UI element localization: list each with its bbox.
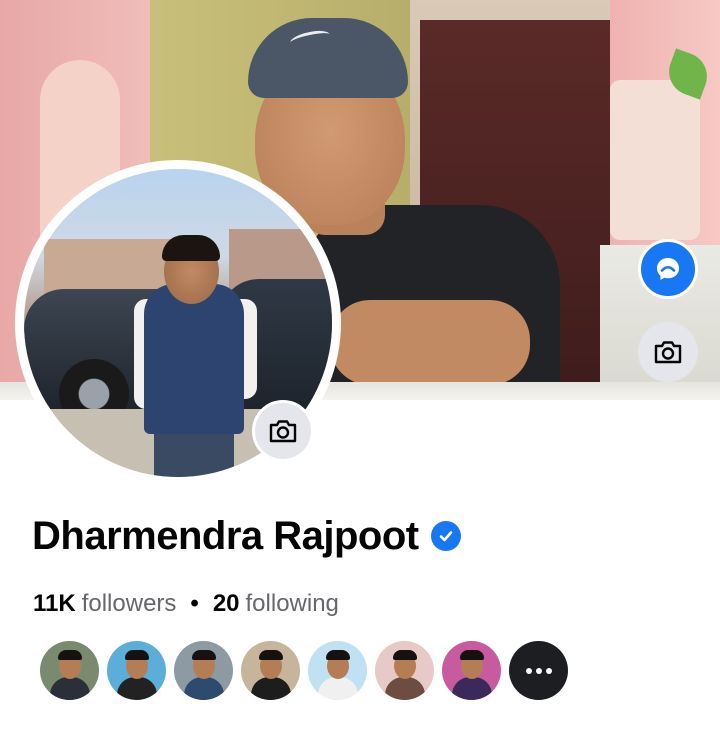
avatar-person-hair [162, 235, 220, 261]
follower-avatar[interactable] [308, 641, 367, 700]
verified-check-icon [439, 531, 452, 542]
edit-cover-photo-button[interactable] [638, 322, 698, 382]
followers-link[interactable]: 11K followers [33, 590, 176, 618]
follower-avatars [40, 641, 568, 700]
follower-avatar-hair [58, 650, 82, 660]
edit-profile-picture-button[interactable] [252, 400, 314, 462]
follower-avatar[interactable] [241, 641, 300, 700]
more-followers-button[interactable] [509, 641, 568, 700]
following-label: following [245, 590, 339, 617]
follower-avatar[interactable] [442, 641, 501, 700]
follower-avatar-body [318, 677, 358, 700]
follower-avatar-hair [259, 650, 283, 660]
follow-stats: 11K followers • 20 following [33, 588, 339, 620]
cover-person-arms [330, 300, 530, 385]
follower-avatar[interactable] [174, 641, 233, 700]
avatar-person-legs [154, 431, 234, 477]
verified-badge [430, 521, 461, 551]
following-link[interactable]: 20 following [213, 590, 339, 618]
follower-avatar[interactable] [107, 641, 166, 700]
follower-avatar-body [385, 677, 425, 700]
follower-avatar[interactable] [40, 641, 99, 700]
more-dots-icon [525, 667, 532, 674]
follower-avatar-body [50, 677, 90, 700]
more-dots-icon [535, 667, 542, 674]
camera-icon [654, 341, 682, 364]
follower-avatar-body [452, 677, 492, 700]
messenger-icon [657, 258, 679, 280]
followers-label: followers [81, 590, 177, 617]
profile-name-row: Dharmendra Rajpoot [32, 508, 461, 564]
follower-avatar-body [117, 677, 157, 700]
camera-icon [269, 420, 297, 443]
followers-count: 11K [33, 590, 76, 617]
message-button[interactable] [638, 239, 698, 299]
follower-avatar-body [251, 677, 291, 700]
follower-avatar-hair [125, 650, 149, 660]
cover-pillar [610, 80, 700, 240]
avatar-person-vest [144, 284, 244, 434]
stats-separator: • [190, 590, 199, 617]
follower-avatar-hair [192, 650, 216, 660]
follower-avatar-hair [326, 650, 350, 660]
follower-avatar-body [184, 677, 224, 700]
follower-avatar-hair [393, 650, 417, 660]
follower-avatar-hair [460, 650, 484, 660]
following-count: 20 [212, 590, 240, 617]
more-dots-icon [545, 667, 552, 674]
profile-name: Dharmendra Rajpoot [32, 513, 419, 558]
follower-avatar[interactable] [375, 641, 434, 700]
